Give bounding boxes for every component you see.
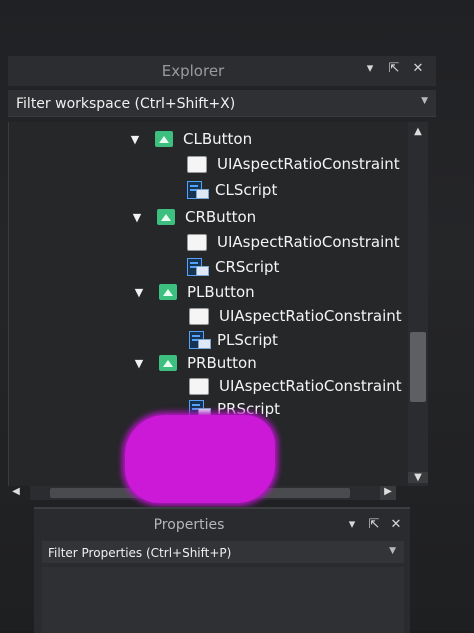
tree-item-label: PLScript bbox=[217, 331, 278, 349]
tree-item-label: PLButton bbox=[187, 283, 255, 301]
tree-item-crbutton[interactable]: ▼ CRButton bbox=[129, 206, 256, 228]
tree-item-crscript[interactable]: CRScript bbox=[187, 256, 279, 278]
explorer-title: Explorer bbox=[161, 62, 225, 80]
properties-titlebar: Properties ▾ ⇱ ✕ bbox=[34, 515, 410, 539]
undock-icon[interactable]: ⇱ bbox=[386, 61, 402, 76]
undock-icon[interactable]: ⇱ bbox=[366, 517, 382, 532]
tree-item-label: UIAspectRatioConstraint bbox=[219, 377, 402, 395]
tree-item-label: CRButton bbox=[185, 208, 257, 226]
scroll-right-icon[interactable]: ▶ bbox=[380, 486, 396, 500]
filter-dropdown-icon[interactable]: ▼ bbox=[421, 96, 428, 106]
scroll-up-icon[interactable]: ▲ bbox=[408, 126, 428, 137]
image-button-icon bbox=[159, 355, 177, 371]
expander-icon[interactable]: ▼ bbox=[129, 211, 145, 224]
close-icon[interactable]: ✕ bbox=[410, 61, 426, 76]
properties-filter-input[interactable] bbox=[46, 543, 380, 563]
tree-item-label: UIAspectRatioConstraint bbox=[217, 233, 400, 251]
image-button-icon bbox=[155, 131, 173, 147]
image-button-icon bbox=[159, 284, 177, 300]
close-icon[interactable]: ✕ bbox=[388, 517, 404, 532]
aspect-ratio-icon bbox=[187, 155, 207, 173]
filter-dropdown-icon[interactable]: ▼ bbox=[389, 546, 396, 556]
properties-panel: Properties ▾ ⇱ ✕ ▼ bbox=[34, 507, 410, 633]
chevron-down-icon[interactable]: ▾ bbox=[362, 61, 378, 76]
tree-item-label: UIAspectRatioConstraint bbox=[219, 307, 402, 325]
tree-item-prbutton[interactable]: ▼ PRButton bbox=[131, 352, 257, 374]
image-button-icon bbox=[157, 209, 175, 225]
studio-window: Explorer ▾ ⇱ ✕ ▼ ▼ CLButton UIAspectRati… bbox=[0, 0, 474, 633]
scroll-down-icon[interactable]: ▼ bbox=[408, 472, 428, 483]
tree-item-plbutton[interactable]: ▼ PLButton bbox=[131, 281, 255, 303]
aspect-ratio-icon bbox=[187, 233, 207, 251]
tree-item-constraint[interactable]: UIAspectRatioConstraint bbox=[187, 231, 400, 253]
tree-item-clscript[interactable]: CLScript bbox=[187, 179, 277, 201]
properties-filter-bar: ▼ bbox=[42, 541, 404, 563]
local-script-icon bbox=[189, 331, 211, 349]
explorer-filter-bar: ▼ bbox=[8, 90, 436, 117]
tree-item-label: UIAspectRatioConstraint bbox=[217, 155, 400, 173]
expander-icon[interactable]: ▼ bbox=[131, 286, 147, 299]
tree-item-label: PRButton bbox=[187, 354, 257, 372]
local-script-icon bbox=[187, 181, 209, 199]
expander-icon[interactable]: ▼ bbox=[127, 133, 143, 146]
explorer-titlebar: Explorer ▾ ⇱ ✕ bbox=[8, 56, 436, 86]
expander-icon[interactable]: ▼ bbox=[131, 357, 147, 370]
aspect-ratio-icon bbox=[189, 307, 209, 325]
chevron-down-icon[interactable]: ▾ bbox=[344, 517, 360, 532]
tree-item-constraint[interactable]: UIAspectRatioConstraint bbox=[187, 153, 400, 175]
vertical-scrollbar[interactable]: ▲ ▼ bbox=[408, 122, 428, 486]
scroll-left-icon[interactable]: ◀ bbox=[8, 486, 24, 497]
aspect-ratio-icon bbox=[189, 377, 209, 395]
redaction-overlay bbox=[125, 415, 275, 503]
local-script-icon bbox=[187, 258, 209, 276]
properties-list bbox=[42, 567, 404, 633]
scrollbar-thumb[interactable] bbox=[410, 332, 426, 402]
properties-title: Properties bbox=[153, 517, 225, 533]
tree-item-label: CLButton bbox=[183, 130, 253, 148]
tree-item-label: CRScript bbox=[215, 258, 280, 276]
tree-item-label: CLScript bbox=[215, 181, 278, 199]
explorer-filter-input[interactable] bbox=[14, 93, 408, 115]
tree-item-clbutton[interactable]: ▼ CLButton bbox=[127, 128, 252, 150]
tree-item-constraint[interactable]: UIAspectRatioConstraint bbox=[189, 305, 402, 327]
tree-item-constraint[interactable]: UIAspectRatioConstraint bbox=[189, 375, 402, 397]
tree-item-plscript[interactable]: PLScript bbox=[189, 329, 278, 351]
